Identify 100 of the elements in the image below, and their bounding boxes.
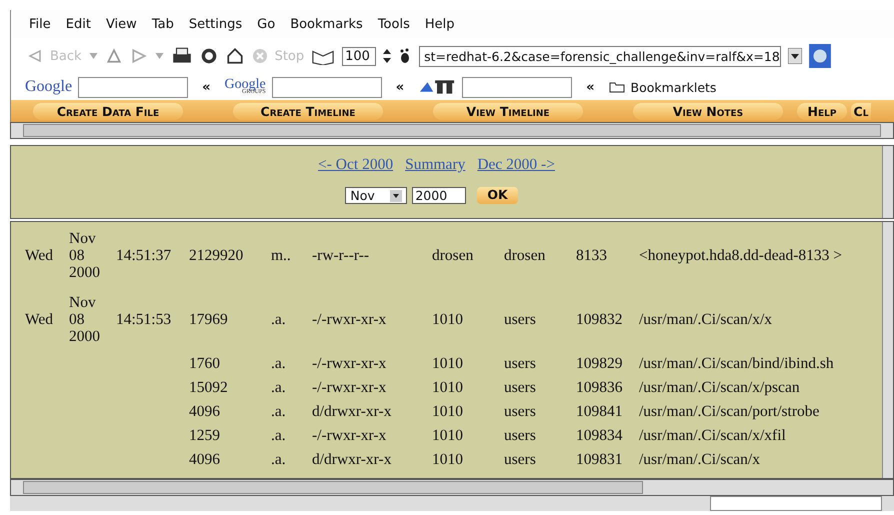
table-cell: /usr/man/.Ci/scan/x/pscan xyxy=(639,379,800,396)
table-cell: -/-rwxr-xr-x xyxy=(312,355,386,372)
search-field[interactable] xyxy=(462,76,572,98)
forward-arrow-icon[interactable] xyxy=(130,48,148,64)
horizontal-scrollbar[interactable] xyxy=(23,481,643,494)
table-cell: 1010 xyxy=(432,355,463,372)
horizontal-scrollbar[interactable] xyxy=(23,124,881,137)
menu-item[interactable]: File xyxy=(29,16,51,32)
table-cell: 2129920 xyxy=(189,247,244,264)
bookmark-folder[interactable]: Bookmarklets xyxy=(630,80,716,94)
table-cell: 17969 xyxy=(189,311,228,328)
nav-button[interactable]: Create Timeline xyxy=(233,102,383,120)
search-field[interactable] xyxy=(272,76,382,98)
search-button[interactable]: « xyxy=(388,80,412,94)
dropdown-arrow-icon[interactable] xyxy=(788,48,802,64)
nav-button[interactable]: View Notes xyxy=(633,102,783,120)
table-cell: m.. xyxy=(271,247,291,264)
table-cell: .a. xyxy=(271,427,286,444)
table-cell: 109829 xyxy=(576,355,622,372)
menu-item[interactable]: Help xyxy=(424,16,454,32)
site-logo-icon xyxy=(418,78,456,96)
table-cell: Wed xyxy=(25,247,54,264)
nav-button[interactable]: Create Data File xyxy=(33,102,183,120)
table-cell: 8133 xyxy=(576,247,607,264)
table-cell: -rw-r--r-- xyxy=(312,247,370,264)
table-cell: 14:51:53 xyxy=(116,311,172,328)
table-cell: drosen xyxy=(432,247,474,264)
menu-item[interactable]: View xyxy=(106,16,137,32)
dropdown-caret-icon[interactable] xyxy=(154,53,164,59)
zoom-field[interactable]: 100 xyxy=(342,46,376,66)
back-arrow-icon[interactable] xyxy=(27,49,43,63)
table-cell: 109836 xyxy=(576,379,622,396)
menu-item[interactable]: Settings xyxy=(188,16,242,32)
table-cell: -/-rwxr-xr-x xyxy=(312,311,386,328)
vertical-scrollbar[interactable] xyxy=(882,222,893,478)
printer-icon[interactable] xyxy=(170,47,193,65)
throbber-icon xyxy=(809,44,832,68)
table-cell: -/-rwxr-xr-x xyxy=(312,427,386,444)
next-month-link[interactable]: Dec 2000 -> xyxy=(477,156,555,174)
table-cell: 109834 xyxy=(576,427,622,444)
table-cell: /usr/man/.Ci/scan/port/strobe xyxy=(639,403,820,420)
table-cell: Nov 08 2000 xyxy=(69,230,100,281)
dropdown-caret-icon[interactable] xyxy=(88,53,98,59)
table-cell: 1010 xyxy=(432,379,463,396)
menu-item[interactable]: Tab xyxy=(152,16,174,32)
table-cell: 109841 xyxy=(576,403,622,420)
table-cell: d/drwxr-xr-x xyxy=(312,403,392,420)
month-select[interactable]: Nov xyxy=(345,187,408,204)
table-cell: 109832 xyxy=(576,311,622,328)
table-cell: .a. xyxy=(271,379,286,396)
table-cell: /usr/man/.Ci/scan/bind/ibind.sh xyxy=(639,355,834,372)
up-arrow-icon[interactable] xyxy=(104,48,123,64)
table-cell: .a. xyxy=(271,355,286,372)
table-cell: .a. xyxy=(271,403,286,420)
table-cell: -/-rwxr-xr-x xyxy=(312,379,386,396)
nav-button[interactable]: Cl xyxy=(851,102,871,120)
table-cell: users xyxy=(504,355,536,372)
table-cell: 1010 xyxy=(432,403,463,420)
table-cell: /usr/man/.Ci/scan/x/xfil xyxy=(639,427,786,444)
menu-item[interactable]: Go xyxy=(257,16,276,32)
table-cell: 15092 xyxy=(189,379,228,396)
url-field[interactable]: st=redhat-6.2&case=forensic_challenge&inv=ralf&x=18 xyxy=(419,46,782,66)
table-cell: 4096 xyxy=(189,403,220,420)
table-cell: 1760 xyxy=(189,355,220,372)
reload-icon[interactable] xyxy=(200,47,218,65)
table-cell: 1259 xyxy=(189,427,220,444)
table-cell: 4096 xyxy=(189,451,220,468)
menu-item[interactable]: Edit xyxy=(66,16,91,32)
table-cell: 1010 xyxy=(432,311,463,328)
google-logo: Google xyxy=(25,78,72,96)
search-button[interactable]: « xyxy=(578,80,603,94)
nav-button[interactable]: Help xyxy=(797,102,847,120)
folder-icon xyxy=(608,81,625,93)
table-cell: users xyxy=(504,451,536,468)
table-cell: Wed xyxy=(25,311,54,328)
spinner-icon[interactable] xyxy=(383,49,392,63)
search-field[interactable] xyxy=(78,76,188,98)
table-cell: 1010 xyxy=(432,451,463,468)
table-cell: users xyxy=(504,311,536,328)
table-cell: users xyxy=(504,427,536,444)
table-cell: .a. xyxy=(271,451,286,468)
table-cell: <honeypot.hda8.dd-dead-8133 > xyxy=(639,247,842,264)
table-cell: 109831 xyxy=(576,451,622,468)
menu-item[interactable]: Bookmarks xyxy=(290,16,363,32)
vertical-scrollbar[interactable] xyxy=(882,146,893,218)
menu-item[interactable]: Tools xyxy=(378,16,410,32)
table-cell: users xyxy=(504,403,536,420)
table-cell: d/drwxr-xr-x xyxy=(312,451,392,468)
table-cell: /usr/man/.Ci/scan/x/x xyxy=(639,311,772,328)
year-field[interactable]: 2000 xyxy=(412,187,466,204)
table-cell: /usr/man/.Ci/scan/x xyxy=(639,451,760,468)
table-cell: .a. xyxy=(271,311,286,328)
ok-button[interactable]: OK xyxy=(477,187,518,204)
table-cell: drosen xyxy=(504,247,546,264)
home-icon[interactable] xyxy=(224,47,245,65)
previous-month-link[interactable]: <- Oct 2000 xyxy=(318,156,394,174)
summary-link[interactable]: Summary xyxy=(405,156,466,174)
search-button[interactable]: « xyxy=(194,80,219,94)
nav-button[interactable]: View Timeline xyxy=(433,102,583,120)
table-cell: 14:51:37 xyxy=(116,247,172,264)
